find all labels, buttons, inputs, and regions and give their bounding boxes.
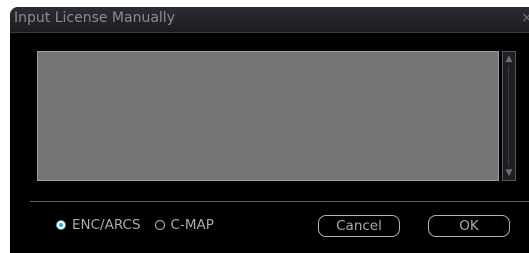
scroll-up-icon[interactable]: ▲ [505,54,513,64]
radio-selected-icon[interactable] [56,220,66,230]
dialog-titlebar[interactable]: Input License Manually × [10,7,529,33]
scroll-down-icon[interactable]: ▼ [505,168,513,178]
ok-button[interactable]: OK [428,215,510,237]
radio-label-c-map: C-MAP [170,217,214,233]
chart-source-radio-group: ENC/ARCS C-MAP [56,215,228,235]
radio-enc-arcs[interactable]: ENC/ARCS [56,217,141,233]
input-license-dialog: Input License Manually × ▲ ▼ ENC/ARCS C-… [10,7,529,253]
scroll-track[interactable] [508,66,509,166]
radio-c-map[interactable]: C-MAP [154,217,214,233]
close-icon[interactable]: × [521,10,529,26]
radio-label-enc-arcs: ENC/ARCS [72,217,141,233]
radio-unselected-icon[interactable] [154,220,165,230]
cancel-button[interactable]: Cancel [318,215,400,237]
vertical-scrollbar[interactable]: ▲ ▼ [502,51,516,181]
license-text-area[interactable] [37,51,499,181]
dialog-title: Input License Manually [14,10,175,26]
divider [30,201,529,202]
